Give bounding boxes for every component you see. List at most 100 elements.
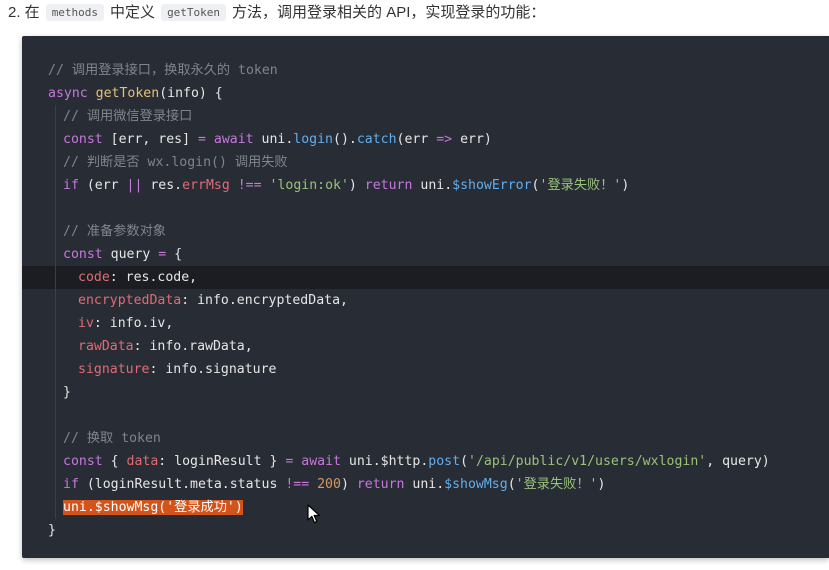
keyword: return (356, 477, 405, 492)
code-text: ) (348, 178, 365, 193)
code-text: : info.signature (149, 362, 277, 377)
keyword: if (63, 178, 79, 193)
method: $showMsg (444, 477, 508, 492)
method: catch (356, 132, 397, 147)
code-line-2: async getToken(info) { (22, 82, 829, 105)
method: login (293, 132, 333, 147)
property: rawData (78, 339, 134, 354)
code-line-10-highlighted: code: res.code, (22, 266, 829, 289)
comment: // 调用登录接口，换取永久的 token (48, 63, 278, 78)
keyword: const (63, 132, 103, 147)
inline-code-gettoken: getToken (161, 4, 227, 21)
code-text: err) (452, 132, 492, 147)
keyword: await (301, 454, 341, 469)
property: errMsg (182, 178, 230, 193)
instruction-text: 2. 在 methods 中定义 getToken 方法，调用登录相关的 API，实现登… (8, 2, 545, 24)
code-text: : res.code, (109, 270, 198, 285)
code-text: ) (597, 477, 606, 492)
instruction-prefix: 2. 在 (8, 4, 40, 21)
keyword: async (48, 86, 88, 101)
code-text: , query) (706, 454, 770, 469)
code-text: query (102, 247, 159, 262)
code-text: ( (531, 178, 540, 193)
code-text: res. (142, 178, 183, 193)
code-block[interactable]: // 调用登录接口，换取永久的 token async getToken(inf… (22, 36, 829, 558)
code-text: } (63, 385, 71, 400)
comment: // 换取 token (63, 431, 161, 446)
code-content[interactable]: // 调用登录接口，换取永久的 token async getToken(inf… (22, 59, 829, 542)
inline-code-methods: methods (45, 4, 105, 21)
comment: // 准备参数对象 (63, 224, 166, 239)
code-text: { (166, 247, 183, 262)
code-text: : info.rawData, (133, 339, 253, 354)
instruction-suffix: 方法，调用登录相关的 API，实现登录的功能： (232, 4, 546, 21)
operator: !== (237, 178, 262, 193)
property: signature (78, 362, 150, 377)
code-text: { (102, 454, 127, 469)
code-text: uni. (253, 132, 294, 147)
instruction-mid: 中定义 (110, 4, 156, 21)
keyword: const (63, 247, 103, 262)
property: data (126, 454, 159, 469)
code-line-20[interactable]: uni.$showMsg('登录成功') (22, 496, 829, 519)
string: '登录失败！' (515, 477, 598, 492)
code-line-16-blank (22, 404, 829, 427)
code-text: } (48, 523, 56, 538)
code-text: ) (621, 178, 630, 193)
method: $showError (452, 178, 532, 193)
code-text: (info) { (159, 86, 223, 101)
code-line-17: // 换取 token (22, 427, 829, 450)
code-text: (err (396, 132, 437, 147)
property: code (78, 270, 110, 285)
code-line-7-blank (22, 197, 829, 220)
code-text: ( (507, 477, 516, 492)
code-text: (loginResult.meta.status (78, 477, 286, 492)
code-text: ) (340, 477, 357, 492)
code-line-3: // 调用微信登录接口 (22, 105, 829, 128)
string: 'login:ok' (269, 178, 349, 193)
code-line-12: iv: info.iv, (22, 312, 829, 335)
operator: => (436, 132, 453, 147)
comment: // 判断是否 wx.login() 调用失败 (63, 155, 288, 170)
code-text: ( (460, 454, 469, 469)
code-text: : info.encryptedData, (181, 293, 348, 308)
code-text: (err (78, 178, 127, 193)
number: 200 (317, 477, 341, 492)
code-line-9: const query = { (22, 243, 829, 266)
keyword: await (213, 132, 254, 147)
code-text: uni. (404, 477, 445, 492)
selected-text[interactable]: uni.$showMsg('登录成功') (63, 500, 243, 515)
property: iv (78, 316, 94, 331)
code-text: : info.iv, (93, 316, 174, 331)
code-line-5: // 判断是否 wx.login() 调用失败 (22, 151, 829, 174)
keyword: const (63, 454, 103, 469)
code-text: [err, res] (102, 132, 198, 147)
operator: = (197, 132, 206, 147)
comment: // 调用微信登录接口 (63, 109, 193, 124)
code-line-15: } (22, 381, 829, 404)
operator: !== (285, 477, 310, 492)
code-line-11: encryptedData: info.encryptedData, (22, 289, 829, 312)
code-text: uni.$http. (340, 454, 429, 469)
string: '/api/public/v1/users/wxlogin' (468, 454, 707, 469)
function-name: getToken (95, 86, 160, 101)
keyword: return (364, 178, 413, 193)
code-line-18: const { data: loginResult } = await uni.… (22, 450, 829, 473)
method: post (428, 454, 461, 469)
code-line-21: } (22, 519, 829, 542)
code-text: : loginResult } (158, 454, 286, 469)
code-text: uni. (412, 178, 453, 193)
code-line-6: if (err || res.errMsg !== 'login:ok') re… (22, 174, 829, 197)
code-line-14: signature: info.signature (22, 358, 829, 381)
code-line-8: // 准备参数对象 (22, 220, 829, 243)
code-line-13: rawData: info.rawData, (22, 335, 829, 358)
keyword: if (63, 477, 79, 492)
code-text: (). (333, 132, 357, 147)
operator: || (126, 178, 143, 193)
code-line-1: // 调用登录接口，换取永久的 token (22, 59, 829, 82)
mouse-pointer-icon (307, 504, 321, 524)
